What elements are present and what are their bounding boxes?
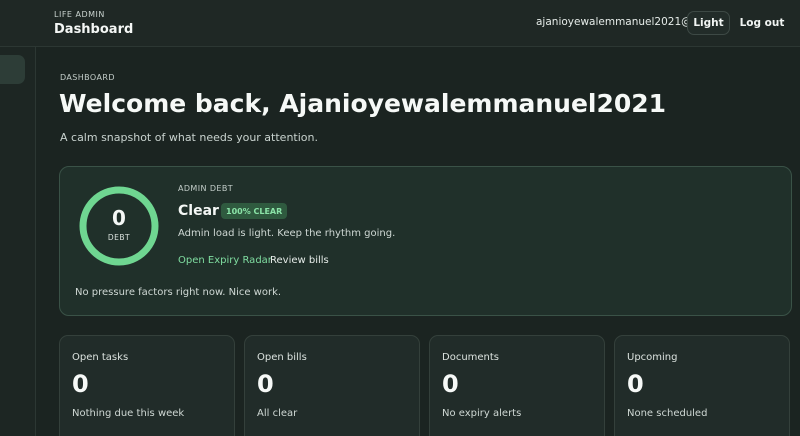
stat-subtext: All clear [257,408,298,419]
page-tagline: A calm snapshot of what needs your atten… [60,131,318,144]
stat-card-open-tasks[interactable]: Open tasks 0 Nothing due this week [59,335,235,436]
top-bar: LIFE ADMIN Dashboard ajanioyewalemmanuel… [0,0,800,47]
debt-gauge-value: 0 [112,206,126,230]
admin-debt-description: Admin load is light. Keep the rhythm goi… [178,228,396,239]
user-email: ajanioyewalemmanuel2021@... [536,16,702,28]
stat-value: 0 [72,370,89,398]
stat-card-open-bills[interactable]: Open bills 0 All clear [244,335,420,436]
page-eyebrow: DASHBOARD [60,73,115,82]
stat-label: Upcoming [627,352,678,363]
stat-subtext: No expiry alerts [442,408,522,419]
debt-gauge: 0 DEBT [78,185,160,267]
stat-value: 0 [257,370,274,398]
pressure-note: No pressure factors right now. Nice work… [75,287,282,298]
sidebar [0,47,36,436]
logout-button[interactable]: Log out [740,11,785,35]
stat-value: 0 [442,370,459,398]
stat-subtext: Nothing due this week [72,408,185,419]
stat-label: Documents [442,352,500,363]
admin-debt-status: Clear [178,203,219,219]
stat-card-documents[interactable]: Documents 0 No expiry alerts [429,335,605,436]
brand-title[interactable]: Dashboard [54,22,133,37]
stat-label: Open tasks [72,352,129,363]
brand-eyebrow: LIFE ADMIN [54,10,105,19]
page-title: Welcome back, Ajanioyewalemmanuel2021 [59,89,667,118]
stat-subtext: None scheduled [627,408,708,419]
debt-gauge-label: DEBT [107,233,131,242]
review-bills-link[interactable]: Review bills [270,255,329,266]
theme-toggle-button[interactable]: Light [687,11,730,35]
open-expiry-radar-link[interactable]: Open Expiry Radar [178,255,272,266]
status-badge: 100% CLEAR [221,203,288,219]
admin-debt-card: 0 DEBT ADMIN DEBT Clear 100% CLEAR Admin… [59,166,792,316]
admin-debt-eyebrow: ADMIN DEBT [178,184,234,193]
sidebar-item-active[interactable] [0,55,25,84]
stat-card-upcoming[interactable]: Upcoming 0 None scheduled [614,335,790,436]
stat-value: 0 [627,370,644,398]
stat-label: Open bills [257,352,307,363]
